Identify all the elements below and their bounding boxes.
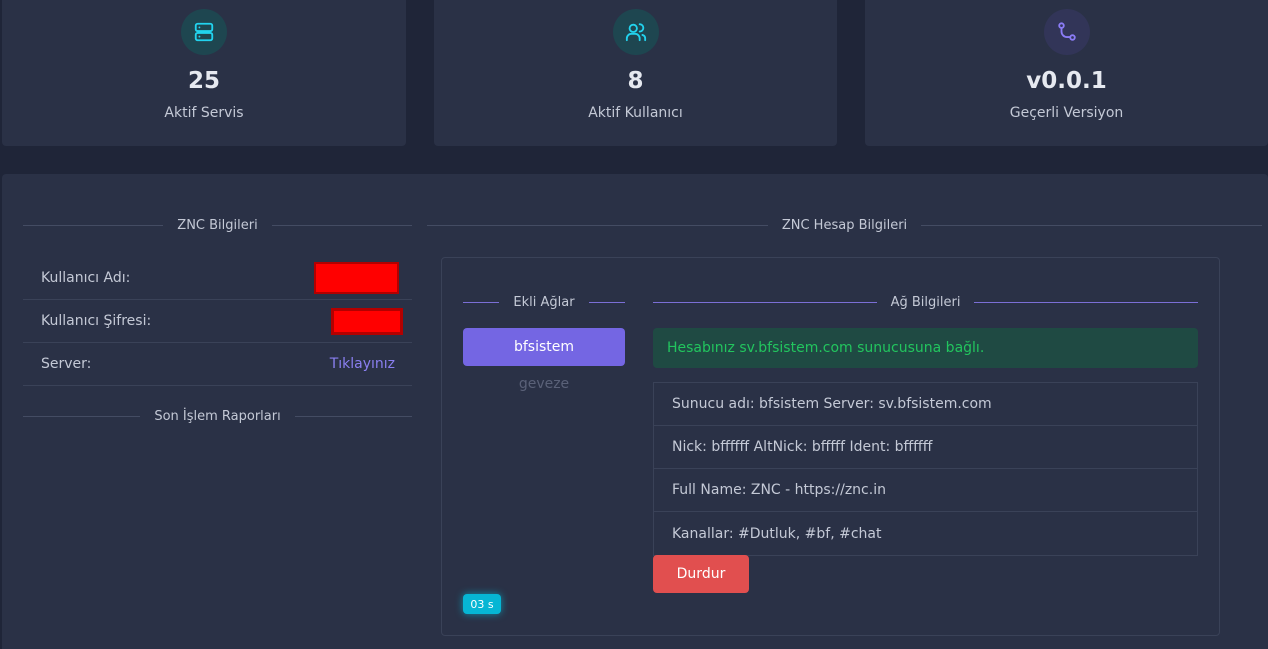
password-label: Kullanıcı Şifresi: xyxy=(41,313,152,329)
users-icon xyxy=(612,9,659,55)
network-geveze-item[interactable]: geveze xyxy=(463,376,625,392)
services-count: 25 xyxy=(187,68,220,94)
users-label: Aktif Kullanıcı xyxy=(588,105,683,121)
detail-channels: Kanallar: #Dutluk, #bf, #chat xyxy=(672,525,882,542)
stat-card-version: v0.0.1 Geçerli Versiyon xyxy=(865,0,1268,146)
username-label: Kullanıcı Adı: xyxy=(41,270,131,286)
version-label: Geçerli Versiyon xyxy=(1009,105,1124,121)
networks-title: Ekli Ağlar xyxy=(463,295,626,310)
password-row: Kullanıcı Şifresi: xyxy=(23,300,412,343)
timer-badge: 03 s xyxy=(463,594,501,614)
stat-card-services: 25 Aktif Servis xyxy=(2,0,406,146)
server-link[interactable]: Tıklayınız xyxy=(330,356,395,372)
connection-alert: Hesabınız sv.bfsistem.com sunucusuna bağ… xyxy=(653,328,1198,368)
stop-button[interactable]: Durdur xyxy=(653,555,749,593)
server-label: Server: xyxy=(41,356,92,372)
password-redacted xyxy=(331,307,403,335)
account-title: ZNC Hesap Bilgileri xyxy=(427,218,1262,233)
git-branch-icon xyxy=(1043,9,1090,55)
detail-fullname: Full Name: ZNC - https://znc.in xyxy=(654,469,1197,512)
username-row: Kullanıcı Adı: xyxy=(23,257,412,300)
network-details-list: Sunucu adı: bfsistem Server: sv.bfsistem… xyxy=(653,382,1198,556)
network-bfsistem-button[interactable]: bfsistem xyxy=(463,328,625,366)
znc-info-title: ZNC Bilgileri xyxy=(23,218,413,233)
detail-server: Sunucu adı: bfsistem Server: sv.bfsistem… xyxy=(654,383,1197,426)
users-count: 8 xyxy=(627,68,644,94)
username-redacted xyxy=(314,262,399,294)
detail-nick: Nick: bffffff AltNick: bfffff Ident: bff… xyxy=(654,426,1197,469)
services-label: Aktif Servis xyxy=(164,105,244,121)
server-icon xyxy=(181,9,227,55)
server-row: Server: Tıklayınız xyxy=(23,343,412,386)
version-value: v0.0.1 xyxy=(1026,68,1107,94)
reports-title: Son İşlem Raporları xyxy=(23,409,413,424)
stat-card-users: 8 Aktif Kullanıcı xyxy=(434,0,837,146)
network-info-title: Ağ Bilgileri xyxy=(653,295,1199,310)
